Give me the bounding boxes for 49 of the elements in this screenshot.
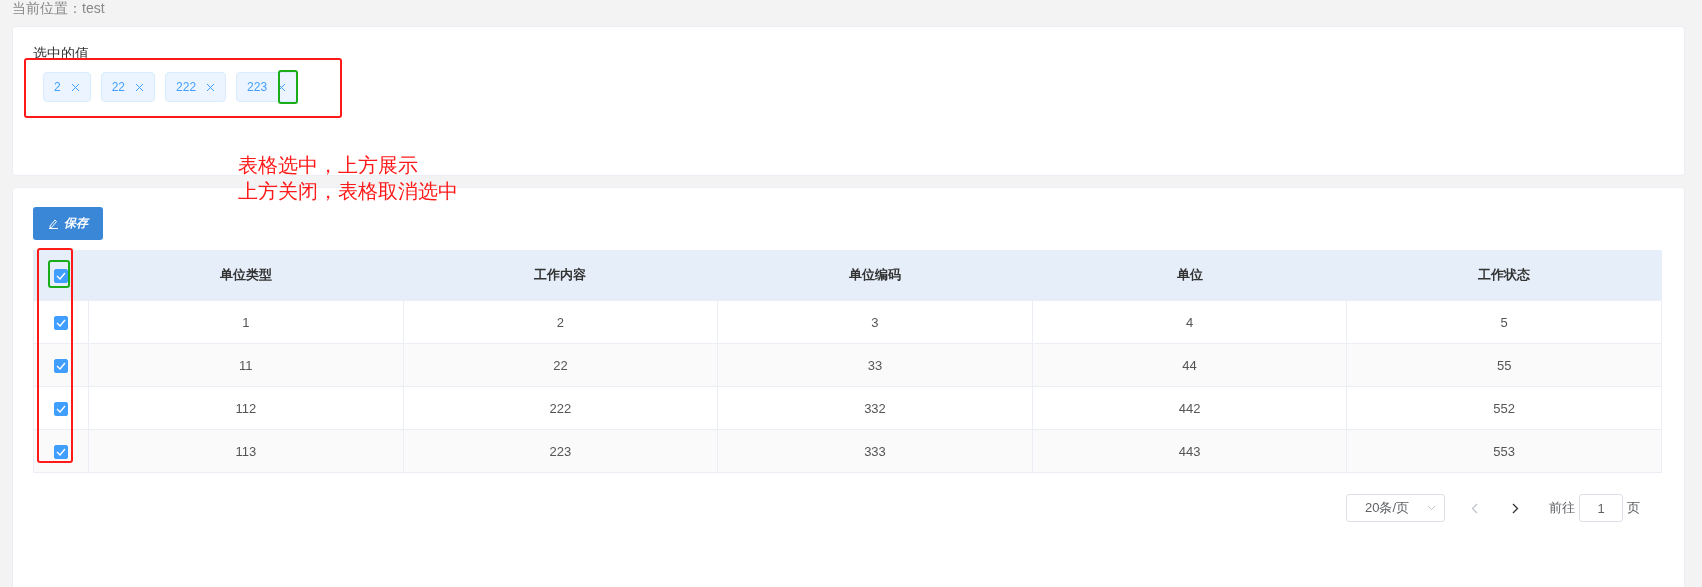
close-icon[interactable] [70,82,80,92]
pencil-icon [48,218,59,229]
value-tag: 2 [43,72,91,102]
header-cell: 工作内容 [403,250,718,301]
goto-label: 前往 [1549,499,1575,517]
row-checkbox[interactable] [54,401,68,416]
select-all-checkbox[interactable] [54,268,68,283]
close-icon[interactable] [277,82,287,92]
header-cell: 单位编码 [717,250,1033,301]
page-input[interactable]: 1 [1579,494,1623,522]
table-cell: 113 [88,429,404,473]
table-cell: 112 [88,386,404,430]
table-cell: 11 [88,343,404,387]
page-size-select[interactable]: 20条/页 [1346,494,1445,522]
row-checkbox[interactable] [54,358,68,373]
annotation-note: 上方关闭，表格取消选中 [238,179,458,204]
value-tag: 222 [165,72,227,102]
table-cell: 223 [403,429,718,473]
annotation-note: 表格选中，上方展示 [238,153,418,178]
table-cell: 33 [717,343,1033,387]
table-cell: 55 [1346,343,1662,387]
table-cell: 44 [1032,343,1347,387]
header-cell: 单位类型 [88,250,404,301]
table-cell: 442 [1032,386,1347,430]
table-cell: 552 [1346,386,1662,430]
table-cell: 333 [717,429,1033,473]
value-tag: 22 [100,72,156,102]
row-checkbox[interactable] [54,315,68,330]
table-cell: 3 [717,300,1033,344]
table-cell: 443 [1032,429,1347,473]
save-button[interactable]: 保存 [33,207,103,240]
table-cell: 1 [88,300,404,344]
close-icon[interactable] [135,82,145,92]
next-page-button[interactable] [1512,502,1519,514]
close-icon[interactable] [206,82,216,92]
chevron-down-icon [1427,505,1436,511]
breadcrumb: 当前位置：test [12,0,105,16]
header-cell: 工作状态 [1346,250,1662,301]
row-checkbox[interactable] [54,444,68,459]
header-cell: 单位 [1032,250,1347,301]
table-cell: 2 [403,300,718,344]
value-tag: 223 [236,72,298,102]
table-cell: 553 [1346,429,1662,473]
table-cell: 4 [1032,300,1347,344]
page-suffix: 页 [1627,499,1640,517]
table-cell: 332 [717,386,1033,430]
table-cell: 222 [403,386,718,430]
table-cell: 5 [1346,300,1662,344]
table-cell: 22 [403,343,718,387]
